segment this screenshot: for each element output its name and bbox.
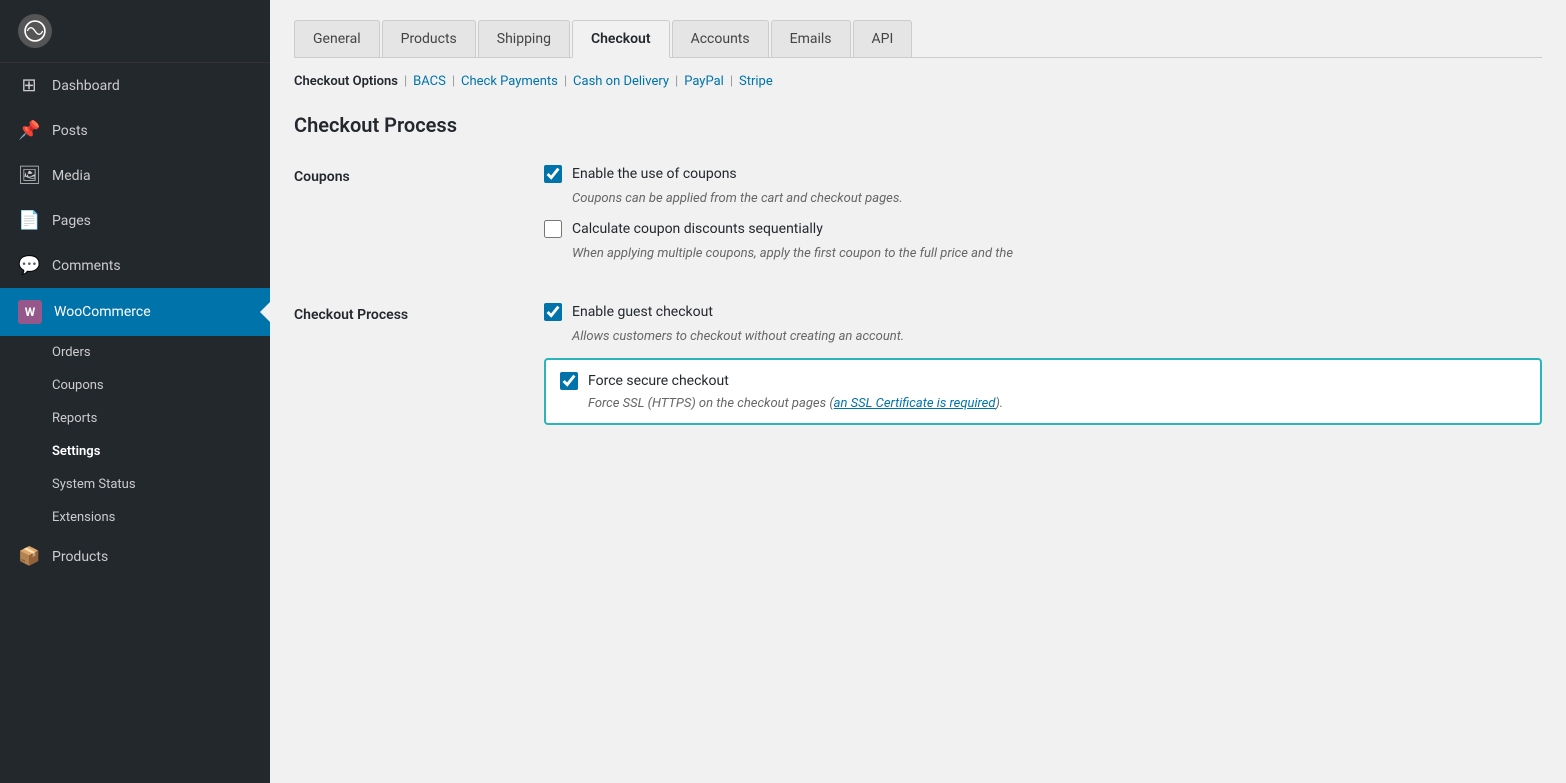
sidebar-item-label: Comments (52, 258, 121, 274)
sidebar-sub-settings[interactable]: Settings (0, 435, 270, 468)
sidebar-item-label: Products (52, 549, 108, 565)
media-icon: 🖼 (18, 165, 40, 186)
woocommerce-submenu: Orders Coupons Reports Settings System S… (0, 336, 270, 534)
force-secure-help-suffix: ). (995, 396, 1003, 411)
sidebar-item-label: Media (52, 168, 91, 184)
sequential-coupons-row: Calculate coupon discounts sequentially (544, 220, 1542, 238)
subnav-sep-5: | (730, 74, 733, 89)
checkout-process-controls: Enable guest checkout Allows customers t… (544, 303, 1542, 425)
subnav-sep-3: | (564, 74, 567, 89)
sidebar-sub-reports[interactable]: Reports (0, 402, 270, 435)
tab-api[interactable]: API (853, 20, 913, 57)
tab-emails[interactable]: Emails (771, 20, 851, 57)
sidebar-item-label: Dashboard (52, 78, 120, 94)
sidebar-logo (0, 0, 270, 63)
posts-icon: 📌 (18, 120, 40, 141)
force-secure-row: Force secure checkout (560, 372, 1526, 390)
enable-coupons-help: Coupons can be applied from the cart and… (572, 191, 1542, 206)
sidebar-sub-orders[interactable]: Orders (0, 336, 270, 369)
products-icon: 📦 (18, 546, 40, 567)
sidebar-item-media[interactable]: 🖼 Media (0, 153, 270, 198)
enable-coupons-checkbox[interactable] (544, 165, 562, 183)
guest-checkout-help: Allows customers to checkout without cre… (572, 329, 1542, 344)
coupons-controls: Enable the use of coupons Coupons can be… (544, 165, 1542, 275)
enable-coupons-row: Enable the use of coupons (544, 165, 1542, 183)
subnav-checkout-options[interactable]: Checkout Options (294, 74, 398, 89)
sidebar-sub-extensions[interactable]: Extensions (0, 501, 270, 534)
guest-checkout-label: Enable guest checkout (572, 304, 713, 320)
checkout-process-label: Checkout Process (294, 303, 514, 323)
subnav-check-payments[interactable]: Check Payments (461, 74, 558, 89)
settings-tabs: General Products Shipping Checkout Accou… (294, 20, 1542, 58)
page-title: Checkout Process (294, 113, 1542, 137)
woocommerce-icon: W (18, 300, 42, 324)
force-secure-checkout-box: Force secure checkout Force SSL (HTTPS) … (544, 358, 1542, 425)
force-secure-checkbox[interactable] (560, 372, 578, 390)
sequential-coupons-checkbox[interactable] (544, 220, 562, 238)
pages-icon: 📄 (18, 210, 40, 231)
dashboard-icon: ⊞ (18, 75, 40, 96)
tab-products[interactable]: Products (382, 20, 476, 57)
coupons-label: Coupons (294, 165, 514, 185)
sidebar-sub-coupons[interactable]: Coupons (0, 369, 270, 402)
subnav-paypal[interactable]: PayPal (684, 74, 724, 89)
force-secure-help: Force SSL (HTTPS) on the checkout pages … (588, 396, 1526, 411)
sidebar-item-woocommerce[interactable]: W WooCommerce (0, 288, 270, 336)
sidebar-item-comments[interactable]: 💬 Comments (0, 243, 270, 288)
enable-coupons-label: Enable the use of coupons (572, 166, 737, 182)
subnav-sep-4: | (675, 74, 678, 89)
subnav-cash-on-delivery[interactable]: Cash on Delivery (573, 74, 669, 89)
subnav-stripe[interactable]: Stripe (739, 74, 773, 89)
ssl-certificate-link[interactable]: an SSL Certificate is required (834, 396, 996, 411)
tab-checkout[interactable]: Checkout (572, 20, 670, 58)
sidebar-item-pages[interactable]: 📄 Pages (0, 198, 270, 243)
sidebar-item-products[interactable]: 📦 Products (0, 534, 270, 579)
sidebar: ⊞ Dashboard 📌 Posts 🖼 Media 📄 Pages 💬 Co… (0, 0, 270, 783)
sidebar-item-posts[interactable]: 📌 Posts (0, 108, 270, 153)
guest-checkout-row: Enable guest checkout (544, 303, 1542, 321)
sidebar-item-label: Posts (52, 123, 88, 139)
force-secure-help-prefix: Force SSL (HTTPS) on the checkout pages … (588, 396, 834, 411)
wordpress-logo-icon (18, 14, 52, 48)
sidebar-item-label: Pages (52, 213, 91, 229)
sidebar-item-label: WooCommerce (54, 304, 151, 320)
tab-shipping[interactable]: Shipping (478, 20, 570, 57)
sequential-coupons-label: Calculate coupon discounts sequentially (572, 221, 823, 237)
guest-checkout-checkbox[interactable] (544, 303, 562, 321)
comments-icon: 💬 (18, 255, 40, 276)
tab-general[interactable]: General (294, 20, 380, 57)
subnav-sep-2: | (452, 74, 455, 89)
coupons-row: Coupons Enable the use of coupons Coupon… (294, 165, 1542, 275)
checkout-process-row: Checkout Process Enable guest checkout A… (294, 303, 1542, 425)
tab-accounts[interactable]: Accounts (672, 20, 769, 57)
sidebar-item-dashboard[interactable]: ⊞ Dashboard (0, 63, 270, 108)
subnav-bacs[interactable]: BACS (413, 74, 446, 89)
subnav-sep-1: | (404, 74, 407, 89)
main-content: General Products Shipping Checkout Accou… (270, 0, 1566, 783)
force-secure-label: Force secure checkout (588, 373, 729, 389)
checkout-subnav: Checkout Options | BACS | Check Payments… (294, 74, 1542, 89)
sidebar-sub-system-status[interactable]: System Status (0, 468, 270, 501)
sequential-coupons-help: When applying multiple coupons, apply th… (572, 246, 1542, 261)
